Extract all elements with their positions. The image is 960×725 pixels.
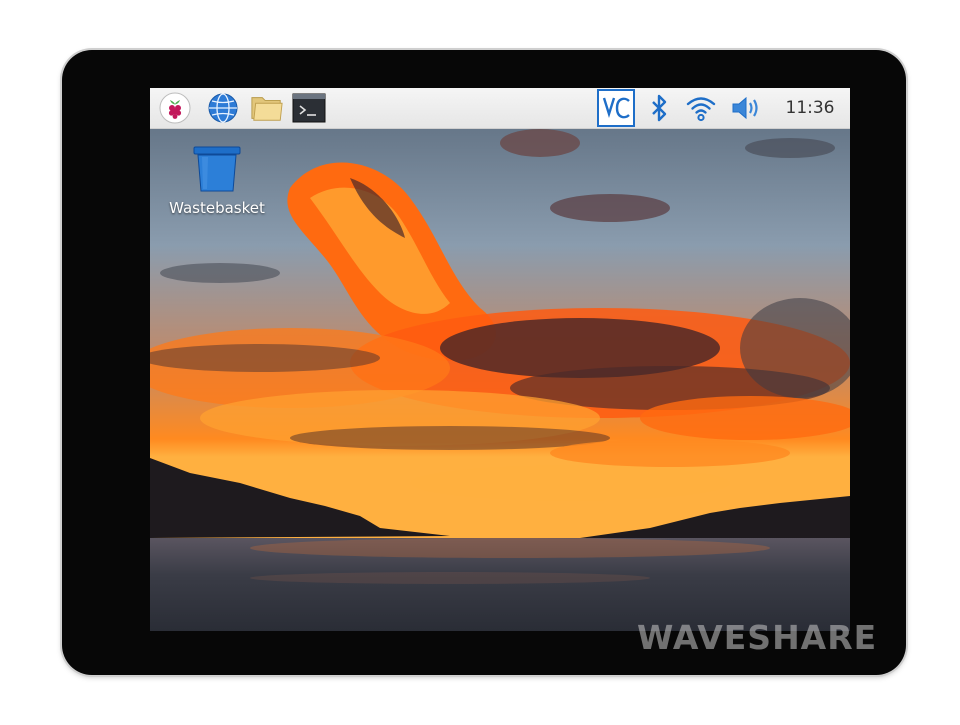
vnc-icon xyxy=(597,89,635,127)
desktop-screen: 11:36 Wastebasket xyxy=(150,88,850,631)
taskbar-clock[interactable]: 11:36 xyxy=(780,88,840,128)
waveshare-watermark: WAVESHARE xyxy=(637,618,878,657)
bluetooth-icon xyxy=(652,94,667,122)
volume-icon xyxy=(732,96,758,120)
wastebasket-icon xyxy=(193,146,241,192)
desktop-icon-label: Wastebasket xyxy=(169,199,265,217)
wifi-icon xyxy=(686,97,716,122)
web-browser-button[interactable] xyxy=(206,91,240,125)
vnc-button[interactable] xyxy=(596,89,636,127)
wifi-button[interactable] xyxy=(684,91,718,125)
file-manager-icon xyxy=(251,97,283,121)
terminal-icon xyxy=(292,93,326,123)
file-manager-button[interactable] xyxy=(250,91,284,125)
product-photo: 11:36 Wastebasket WAVESHARE xyxy=(0,0,960,725)
volume-button[interactable] xyxy=(730,91,764,125)
bluetooth-button[interactable] xyxy=(642,91,676,125)
taskbar: 11:36 xyxy=(150,88,850,129)
desktop-icon-wastebasket[interactable]: Wastebasket xyxy=(162,144,272,217)
applications-menu-button[interactable] xyxy=(158,91,192,125)
web-browser-icon xyxy=(208,93,238,123)
terminal-button[interactable] xyxy=(292,91,326,125)
raspberry-menu-icon xyxy=(159,92,191,124)
